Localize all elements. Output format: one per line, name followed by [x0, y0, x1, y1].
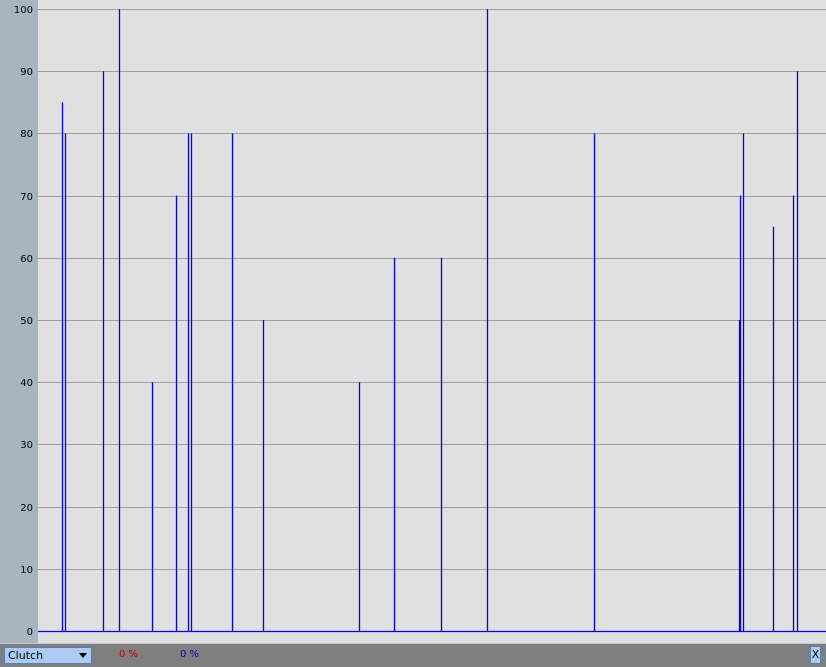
blue-percent-readout: 0 %	[180, 649, 200, 660]
y-tick-label: 20	[20, 503, 33, 514]
channel-dropdown-value: Clutch	[8, 649, 44, 662]
y-tick-label: 40	[20, 378, 33, 389]
y-tick-label: 10	[20, 565, 33, 576]
y-tick-label: 90	[20, 67, 33, 78]
channel-chart: 0 10 20 30 40 50 60 70 80 90 100	[14, 0, 826, 643]
bottom-toolbar: Clutch 0 % 0 % X	[0, 643, 826, 667]
y-tick-label: 80	[20, 129, 33, 140]
red-percent-readout: 0 %	[119, 649, 139, 660]
plot-area	[38, 0, 826, 643]
chevron-down-icon	[79, 653, 87, 658]
y-tick-label: 100	[14, 5, 33, 16]
y-tick-label: 0	[27, 627, 33, 638]
close-button[interactable]: X	[810, 646, 821, 664]
y-tick-label: 70	[20, 192, 33, 203]
channel-dropdown[interactable]: Clutch	[4, 647, 92, 664]
y-tick-label: 30	[20, 440, 33, 451]
y-tick-label: 60	[20, 254, 33, 265]
y-tick-label: 50	[20, 316, 33, 327]
